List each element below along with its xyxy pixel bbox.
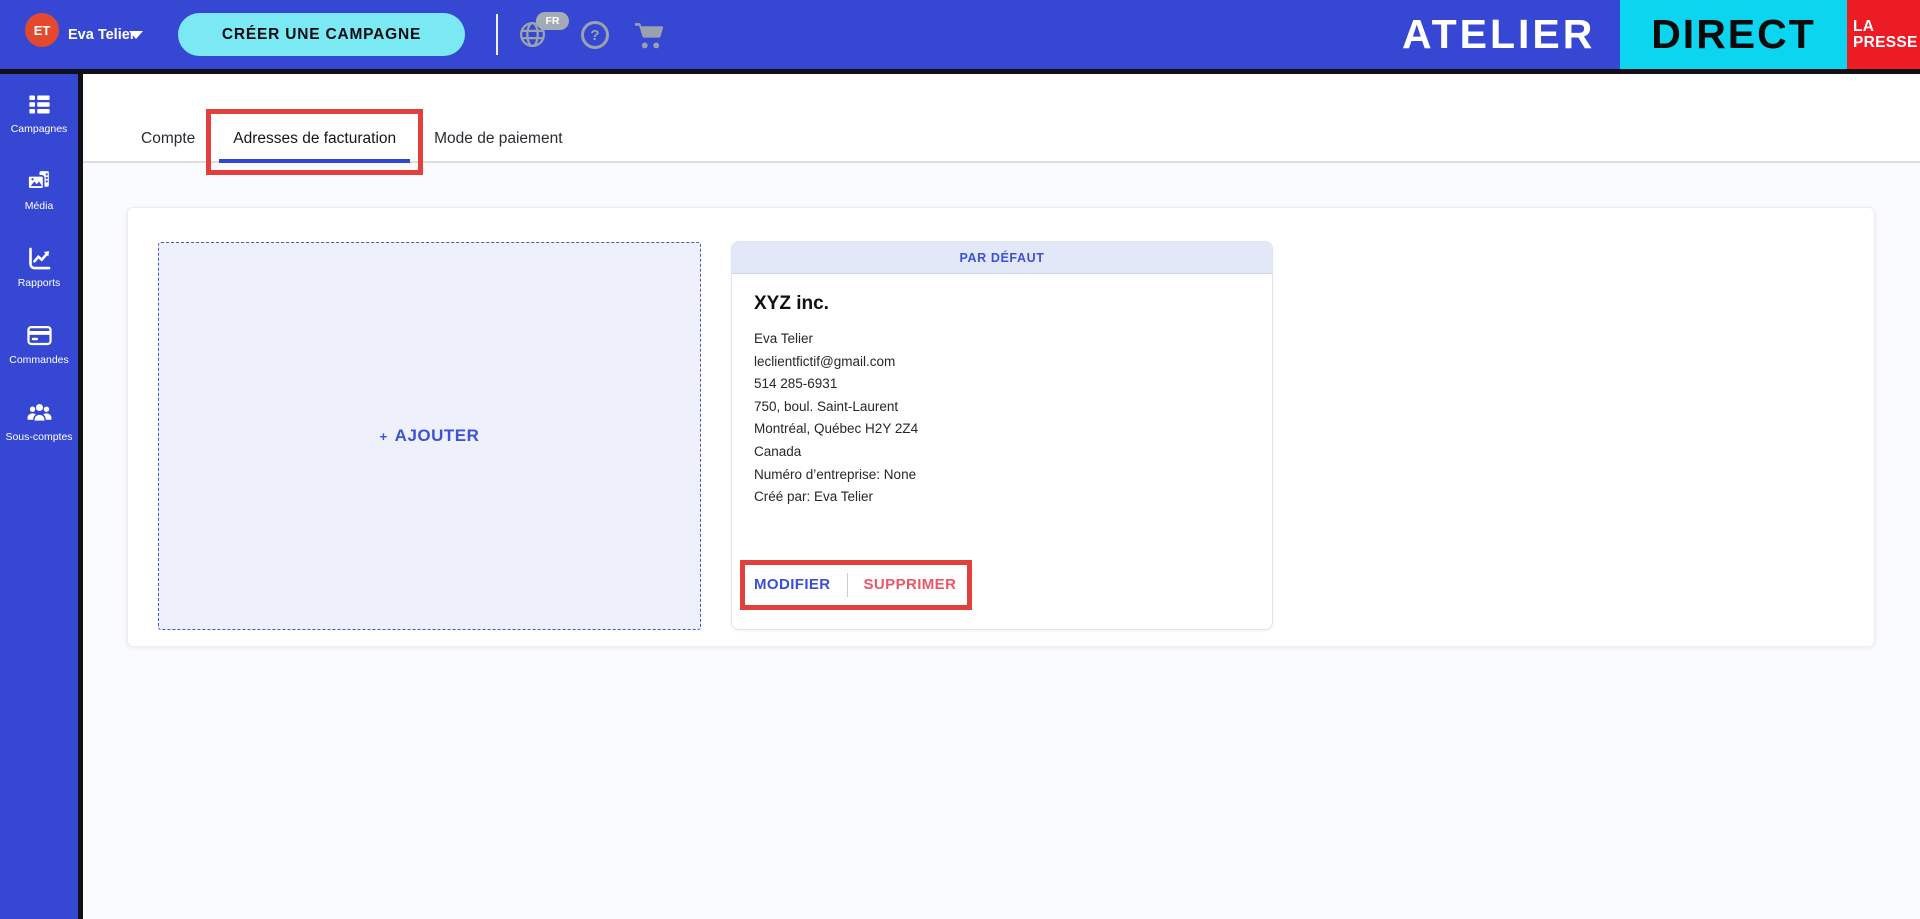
- company-name: XYZ inc.: [754, 293, 829, 314]
- brand-lapresse-logo: LA PRESSE: [1847, 0, 1920, 69]
- city-province-postal: Montréal, Québec H2Y 2Z4: [754, 421, 919, 437]
- contact-name: Eva Telier: [754, 331, 814, 346]
- subaccounts-users-icon: [27, 403, 51, 421]
- business-number: Numéro d’entreprise: None: [754, 466, 917, 482]
- sidebar-item-sous-comptes[interactable]: Sous-comptes: [0, 399, 78, 476]
- address-details: XYZ inc. Eva Telier leclientfictif@gmail…: [732, 274, 1272, 610]
- help-glyph: ?: [590, 26, 600, 44]
- address-actions: MODIFIER SUPPRIMER: [740, 559, 973, 610]
- top-bar: ET Eva Telier CRÉER UNE CAMPAGNE FR ? AT…: [0, 0, 1920, 69]
- contact-phone: 514 285-6931: [754, 376, 838, 392]
- cart-icon[interactable]: [632, 19, 665, 52]
- language-badge[interactable]: FR: [536, 12, 569, 30]
- orders-card-icon: [26, 325, 52, 346]
- add-address-label: AJOUTER: [394, 426, 480, 445]
- created-by: Créé par: Eva Telier: [754, 489, 874, 505]
- brand-atelier: ATELIER: [1402, 11, 1596, 57]
- topbar-divider: [496, 14, 498, 55]
- sidebar-item-campagnes[interactable]: Campagnes: [0, 91, 78, 168]
- sidebar-item-label: Rapports: [17, 277, 61, 289]
- reports-chart-icon: [28, 247, 50, 270]
- brand-lapresse-line2: PRESSE: [1853, 33, 1918, 51]
- user-menu-name[interactable]: Eva Telier: [68, 0, 135, 69]
- campaigns-grid-icon: [28, 95, 50, 114]
- add-address-button[interactable]: + AJOUTER: [158, 242, 701, 630]
- brand-direct: DIRECT: [1620, 0, 1847, 69]
- street-address: 750, boul. Saint-Laurent: [754, 398, 899, 414]
- brand-lapresse-line1: LA: [1853, 17, 1875, 35]
- sidebar: Campagnes Média Rapports Commandes Sous-…: [0, 74, 83, 919]
- billing-address-card: PAR DÉFAUT XYZ inc. Eva Telier leclientf…: [731, 241, 1273, 630]
- country: Canada: [754, 443, 802, 459]
- actions-divider: [846, 572, 848, 597]
- avatar-initials: ET: [33, 22, 51, 38]
- sidebar-nav: Campagnes Média Rapports Commandes Sous-…: [0, 74, 78, 476]
- plus-icon: +: [379, 428, 388, 444]
- billing-addresses-panel: + AJOUTER PAR DÉFAUT XYZ inc. Eva Telier…: [127, 207, 1875, 647]
- sidebar-item-label: Média: [24, 200, 54, 212]
- sidebar-item-label: Campagnes: [10, 123, 68, 135]
- tab-adresses-de-facturation[interactable]: Adresses de facturation: [206, 109, 424, 175]
- help-icon[interactable]: ?: [581, 21, 609, 49]
- sidebar-item-label: Sous-comptes: [5, 431, 73, 443]
- tab-mode-de-paiement[interactable]: Mode de paiement: [420, 129, 576, 161]
- create-campaign-button[interactable]: CRÉER UNE CAMPAGNE: [178, 13, 465, 56]
- modify-button[interactable]: MODIFIER: [754, 575, 831, 594]
- avatar[interactable]: ET: [25, 13, 59, 47]
- sidebar-item-commandes[interactable]: Commandes: [0, 322, 78, 399]
- chevron-down-icon[interactable]: [129, 31, 143, 39]
- sidebar-item-rapports[interactable]: Rapports: [0, 245, 78, 322]
- contact-email: leclientfictif@gmail.com: [754, 353, 896, 369]
- sidebar-item-label: Commandes: [9, 354, 69, 366]
- media-image-icon: [26, 171, 49, 190]
- default-badge: PAR DÉFAUT: [732, 242, 1272, 274]
- delete-button[interactable]: SUPPRIMER: [864, 575, 957, 594]
- tab-compte[interactable]: Compte: [127, 129, 209, 161]
- main-content: Compte Adresses de facturation Mode de p…: [83, 74, 1920, 919]
- tab-bar: Compte Adresses de facturation Mode de p…: [83, 74, 1920, 175]
- tab-label: Adresses de facturation: [233, 130, 397, 147]
- sidebar-item-media[interactable]: Média: [0, 168, 78, 245]
